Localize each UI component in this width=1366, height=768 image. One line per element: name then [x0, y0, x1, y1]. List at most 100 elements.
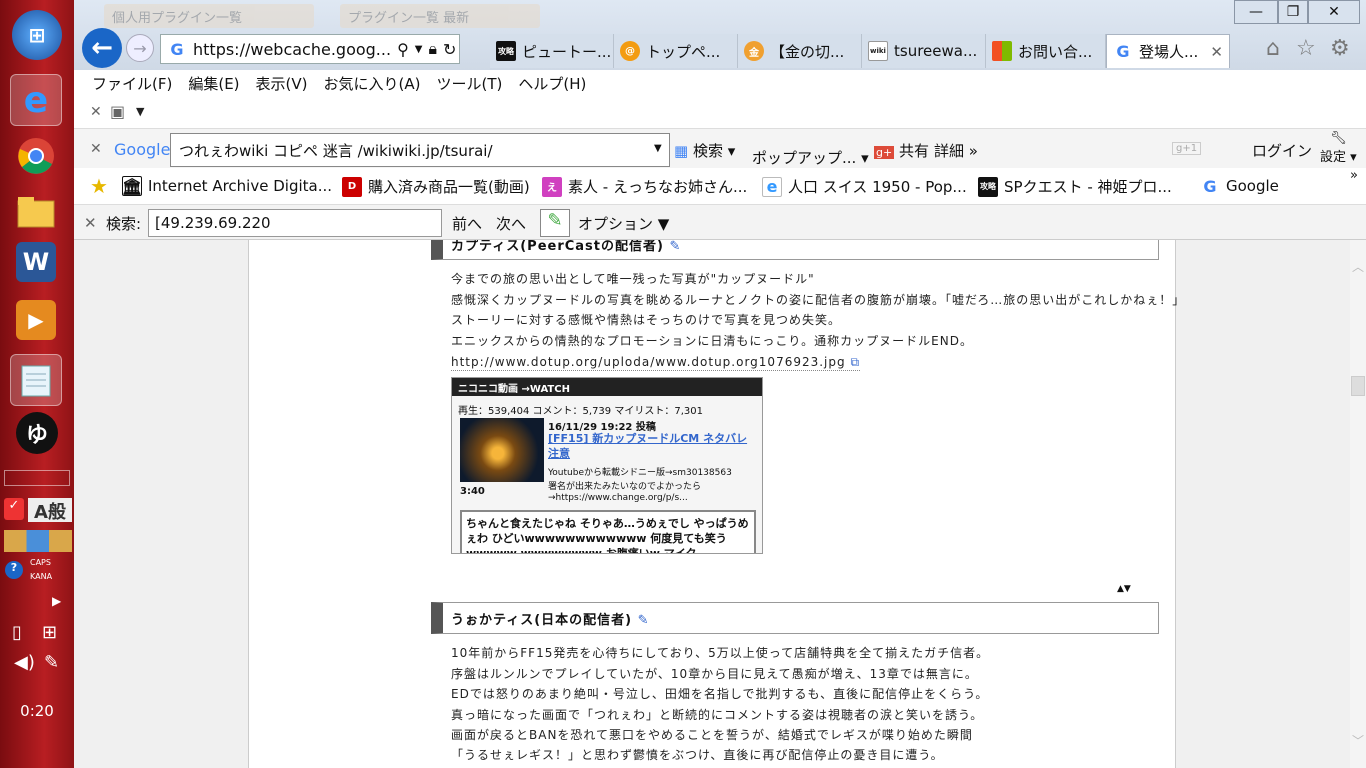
close-toolbar-icon[interactable]: ✕ [90, 141, 102, 157]
details-button[interactable]: 詳細 » [934, 140, 978, 161]
popup-label: ポップアップ... [752, 149, 857, 167]
page-icon[interactable]: ▣ [110, 102, 125, 121]
find-options-button[interactable]: オプション ▼ [578, 213, 669, 234]
address-bar[interactable]: G https://webcache.goog... ⚲ ▼ 🔒︎ ↻ [160, 34, 460, 64]
home-icon[interactable]: ⌂ [1266, 36, 1280, 61]
gold-icon: 金 [744, 41, 764, 61]
edit-pencil-icon[interactable]: ✎ [669, 240, 681, 254]
tools-gear-icon[interactable]: ⚙ [1330, 36, 1350, 61]
video-desc: 署名が出来たみたいなのでよかったら [548, 482, 702, 492]
tray-expand-icon[interactable]: ▶ [52, 594, 61, 608]
close-window-button[interactable]: ✕ [1308, 0, 1360, 24]
help-icon[interactable]: ? [5, 561, 23, 579]
maximize-button[interactable]: ❐ [1278, 0, 1308, 24]
highlight-icon[interactable]: ✎ [540, 209, 570, 237]
video-title-link[interactable]: [FF15] 新カップヌードルCM ネタバレ注意 [548, 431, 758, 461]
fav-population-swiss[interactable]: e 人口 スイス 1950 - Pop... [762, 176, 967, 197]
fav-google[interactable]: G Google [1200, 176, 1278, 196]
tab-label: トップペ... [646, 42, 721, 61]
google-logo: Google [114, 140, 171, 159]
ime-mode-label[interactable]: A般 [28, 498, 72, 523]
media-player-icon[interactable]: ▶ [16, 300, 56, 340]
chevron-right-icon[interactable]: » [1350, 168, 1358, 183]
tab-characters[interactable]: G 登場人... ✕ [1106, 34, 1230, 68]
action-center-icon[interactable]: ⊞ [42, 622, 57, 643]
close-find-icon[interactable]: ✕ [84, 214, 97, 232]
tab-pyuto[interactable]: 攻略 ピュートー... [490, 34, 614, 68]
fav-label: 購入済み商品一覧(動画) [368, 178, 530, 196]
tab-toppe[interactable]: @ トップペ... [614, 34, 738, 68]
start-orb-icon[interactable]: ⊞ [12, 10, 62, 60]
close-toolbar-icon[interactable]: ✕ [90, 104, 102, 120]
menu-view[interactable]: 表示(V) [256, 73, 308, 94]
menu-tools[interactable]: ツール(T) [436, 73, 502, 94]
login-button[interactable]: ログイン [1252, 140, 1312, 161]
tab-contact[interactable]: お問い合... [986, 34, 1106, 68]
page-viewport: カプティス(PeerCastの配信者) ✎ 今までの旅の思い出として唯一残った写… [74, 240, 1350, 768]
find-prev-button[interactable]: 前へ [452, 213, 482, 234]
fav-sp-quest[interactable]: 攻略 SPクエスト - 神姫プロ... [978, 176, 1172, 197]
battery-icon[interactable]: ▯ [12, 622, 22, 643]
favorites-star-icon[interactable]: ☆ [1296, 36, 1316, 61]
yu-app-icon[interactable]: ゆ [16, 412, 58, 454]
lock-icon[interactable]: 🔒︎ [428, 39, 437, 59]
ime-mode-icon[interactable]: ✓ [4, 498, 24, 520]
tab-kin[interactable]: 金【金の切... [738, 34, 862, 68]
command-row: ✕ ▣ ▼ [74, 98, 1366, 128]
ime-tool-icons[interactable] [4, 530, 72, 552]
file-explorer-icon[interactable] [10, 186, 62, 238]
scroll-up-icon[interactable]: ︿ [1352, 258, 1364, 275]
menu-favorites[interactable]: お気に入り(A) [324, 73, 421, 94]
fav-ecchi[interactable]: え素人 - えっちなお姉さん... [542, 176, 747, 197]
menu-edit[interactable]: 編集(E) [188, 73, 239, 94]
fav-internet-archive[interactable]: 🏛︎ Internet Archive Digita... [122, 176, 332, 196]
minimize-button[interactable]: — [1234, 0, 1278, 24]
google-search-button[interactable]: ▦ 検索 ▾ [674, 140, 735, 161]
google-search-input[interactable]: つれぇわwiki コピペ 迷言 /wikiwiki.jp/tsurai/ [170, 133, 670, 167]
back-button[interactable]: ← [82, 28, 122, 68]
kouryaku-wiki-icon: 攻略 [978, 176, 998, 197]
scroll-down-icon[interactable]: ﹀ [1352, 732, 1364, 749]
link-text: http://www.dotup.org/uploda/www.dotup.or… [451, 355, 846, 369]
refresh-icon[interactable]: ↻ [443, 40, 460, 59]
menu-help[interactable]: ヘルプ(H) [518, 73, 586, 94]
paragraph-line: 感慨深くカップヌードルの写真を眺めるルーナとノクトの姿に配信者の腹筋が崩壊。「嘘… [451, 293, 1186, 307]
dropdown-icon[interactable]: ▼ [415, 44, 423, 55]
taskbar-clock[interactable]: 0:20 [0, 702, 74, 720]
fav-purchased-videos[interactable]: D 購入済み商品一覧(動画) [342, 176, 530, 197]
scrollbar-thumb[interactable] [1351, 376, 1365, 396]
close-tab-icon[interactable]: ✕ [1210, 43, 1223, 61]
share-button[interactable]: g+ 共有 [874, 140, 929, 161]
niconico-embed[interactable]: ニコニコ動画 →WATCH 再生：539,404 コメント：5,739 マイリス… [451, 377, 763, 554]
word-icon[interactable]: W [16, 242, 56, 282]
vertical-scrollbar[interactable]: ︿ ﹀ [1350, 240, 1366, 768]
menu-file[interactable]: ファイル(F) [92, 73, 172, 94]
find-input[interactable]: [49.239.69.220 [148, 209, 442, 237]
external-link[interactable]: http://www.dotup.org/uploda/www.dotup.or… [451, 355, 861, 371]
notepad-icon[interactable] [10, 354, 62, 406]
forward-button[interactable]: → [126, 34, 154, 62]
settings-button[interactable]: 🔧︎ 設定 ▾ [1320, 131, 1357, 165]
dropdown-icon[interactable]: ▼ [136, 105, 144, 118]
scroll-up-down-arrows[interactable]: ▲▼ [1117, 584, 1131, 594]
edit-pencil-icon[interactable]: ✎ [638, 613, 650, 628]
plus-one-icon[interactable]: g+1 [1172, 142, 1202, 155]
tab-tsureewa[interactable]: wiki tsureewa... [862, 34, 986, 68]
popup-blocker-button[interactable]: ポップアップ... ▾ [752, 147, 869, 168]
find-next-button[interactable]: 次へ [496, 213, 526, 234]
tray-scroll-bar[interactable] [4, 470, 70, 486]
chrome-icon[interactable] [10, 130, 62, 182]
video-thumbnail[interactable] [460, 418, 544, 482]
chevron-down-icon[interactable]: ▼ [654, 143, 662, 154]
volume-icon[interactable]: ◀) [14, 652, 35, 673]
paragraph-line: 「うるせぇレギス！」と思わず鬱憤をぶつけ、直後に再び配信停止の憂き目に遭う。 [451, 748, 944, 762]
add-favorite-icon[interactable]: ★ [90, 174, 108, 198]
kana-indicator: KANA [30, 572, 53, 581]
internet-explorer-icon[interactable]: e [10, 74, 62, 126]
search-icon[interactable]: ⚲ [397, 40, 409, 59]
find-label: 検索: [106, 215, 142, 233]
paragraph-line: 真っ暗になった画面で「つれぇわ」と断続的にコメントする姿は視聴者の涙と笑いを誘う… [451, 708, 984, 722]
google-favicon-icon: G [1116, 42, 1130, 61]
caps-indicator: CAPS [30, 558, 51, 567]
pin-icon[interactable]: ✎ [44, 652, 59, 673]
